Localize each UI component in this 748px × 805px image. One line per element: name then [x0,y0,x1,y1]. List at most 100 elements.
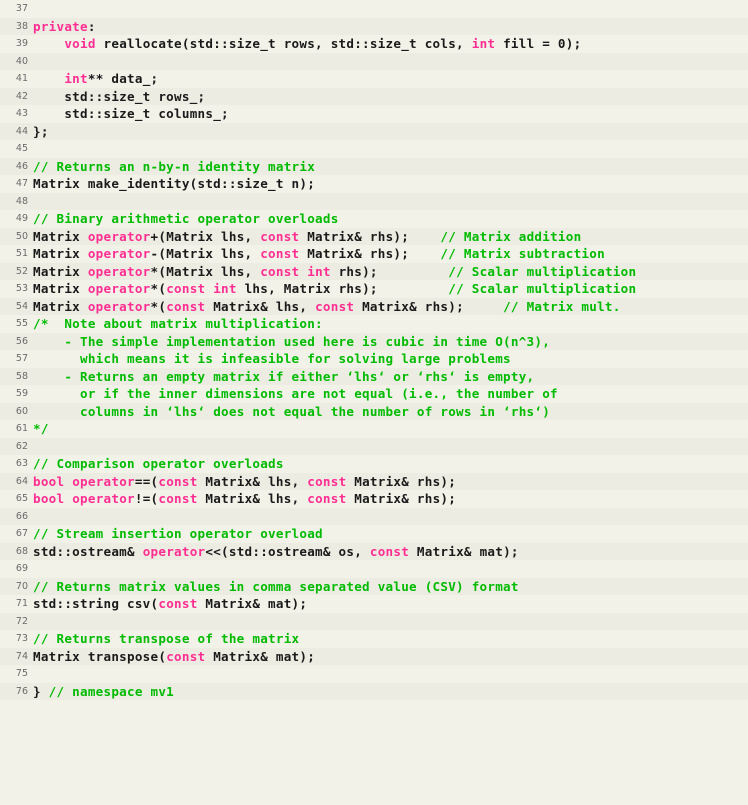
code-text: void reallocate(std::size_t rows, std::s… [33,35,748,53]
code-line: 54 Matrix operator*(const Matrix& lhs, co… [0,297,748,315]
code-line: 72 [0,612,748,631]
line-number: 45 [15,143,28,154]
code-text: std::size_t columns_; [33,105,748,123]
code-line: 68 std::ostream& operator<<(std::ostream&… [0,542,748,561]
code-text: bool operator==(const Matrix& lhs, const… [33,473,748,491]
comment-token: // Scalar multiplication [448,281,637,296]
code-text: int** data_; [33,70,748,88]
code-line: 47 Matrix make_identity(std::size_t n); [0,175,748,193]
code-text: // Comparison operator overloads [33,455,748,473]
line-number: 57 [15,353,28,364]
keyword-token: const [369,543,410,559]
code-text: std::ostream& operator<<(std::ostream& o… [33,543,748,561]
line-number: 53 [15,283,28,294]
line-number: 48 [15,195,28,207]
code-line: 55 /* Note about matrix multiplication: [0,315,748,333]
plain-token: Matrix& lhs, [197,473,308,489]
code-text: - The simple implementation used here is… [33,333,748,351]
code-line: 67 // Stream insertion operator overload [0,525,748,543]
line-number: 38 [15,20,28,32]
code-listing: 37 38 private: 39 void reallocate(std::siz… [0,0,748,805]
line-number: 50 [15,230,28,242]
line-number: 55 [15,318,28,329]
plain-token: Matrix& mat); [197,596,308,611]
keyword-token: operator [87,228,151,244]
line-number: 73 [15,633,28,644]
comment-token: columns in ‘lhs‘ does not equal the numb… [33,403,551,419]
code-line: 60 columns in ‘lhs‘ does not equal the n… [0,402,748,420]
comment-token: // Returns matrix values in comma separa… [33,578,519,594]
comment-token: // Matrix addition [440,228,582,244]
code-line: 39 void reallocate(std::size_t rows, std… [0,35,748,53]
code-line: 41 int** data_; [0,70,748,88]
line-number: 76 [15,685,28,697]
plain-token: reallocate(std::size_t rows, std::size_t… [95,36,472,51]
keyword-token: const [166,648,206,664]
comment-token: /* Note about matrix multiplication: [33,316,323,331]
keyword-token: operator [142,543,206,559]
comment-token: // Matrix mult. [503,298,621,314]
plain-token: std::ostream& [33,543,143,559]
comment-token: // Scalar multiplication [448,263,637,279]
plain-token: Matrix& mat); [205,648,316,664]
comment-token: // Binary arithmetic operator overloads [33,211,339,226]
line-number: 58 [15,370,28,382]
keyword-token: const [166,298,206,314]
comment-token: or if the inner dimensions are not equal… [33,386,558,401]
plain-token: +(Matrix lhs, [150,228,261,244]
code-line: 76} // namespace mv1 [0,682,748,701]
line-number: 44 [15,125,28,137]
plain-token: Matrix& rhs); [299,246,441,261]
code-text: } // namespace mv1 [33,683,748,701]
line-number: 54 [15,300,28,312]
line-number: 63 [15,458,28,469]
plain-token: ==( [134,473,159,489]
line-number: 67 [15,528,28,539]
line-number: 70 [15,580,28,592]
keyword-token: const [307,491,347,506]
line-number: 51 [15,248,28,259]
keyword-token: operator [87,263,151,279]
code-text: or if the inner dimensions are not equal… [33,385,748,403]
plain-token: std::string csv( [33,596,159,611]
code-text: // Stream insertion operator overload [33,525,748,543]
plain-token: Matrix [33,263,88,279]
code-line: 53 Matrix operator*(const int lhs, Matrix… [0,280,748,298]
plain-token: Matrix [33,298,88,314]
line-number: 60 [15,405,28,417]
code-text: Matrix operator+(Matrix lhs, const Matri… [33,228,748,246]
code-text: }; [33,123,748,141]
code-line: 74 Matrix transpose(const Matrix& mat); [0,647,748,665]
plain-token: Matrix& rhs); [299,228,441,244]
code-text: // Returns an n-by-n identity matrix [33,158,748,176]
code-line: 56 - The simple implementation used here… [0,332,748,351]
line-number: 69 [15,563,28,574]
code-line: 71 std::string csv(const Matrix& mat); [0,595,748,613]
plain-token: Matrix& lhs, [197,491,308,506]
code-text: // Returns transpose of the matrix [33,630,748,648]
plain-token: Matrix make_identity(std::size_t n); [33,176,316,191]
code-line: 49 // Binary arithmetic operator overload… [0,210,748,228]
code-text: /* Note about matrix multiplication: [33,315,748,333]
line-number: 65 [15,493,28,504]
line-number: 46 [15,160,28,172]
plain-token: Matrix [33,281,88,296]
comment-token: which means it is infeasible for solving… [33,351,511,366]
code-line: 64 bool operator==(const Matrix& lhs, con… [0,472,748,491]
code-line: 38 private: [0,17,748,35]
code-line: 62 [0,437,748,456]
code-line: 43 std::size_t columns_; [0,105,748,123]
line-number: 39 [15,38,28,49]
code-text: */ [33,420,748,438]
code-line: 46 // Returns an n-by-n identity matrix [0,157,748,176]
comment-token: // namespace mv1 [48,683,175,699]
line-number: 47 [15,178,28,189]
code-text: bool operator!=(const Matrix& lhs, const… [33,490,748,508]
line-number: 74 [15,650,28,662]
code-line: 45 [0,140,748,158]
code-line: 70 // Returns matrix values in comma sepa… [0,577,748,595]
plain-token: } [33,683,49,699]
